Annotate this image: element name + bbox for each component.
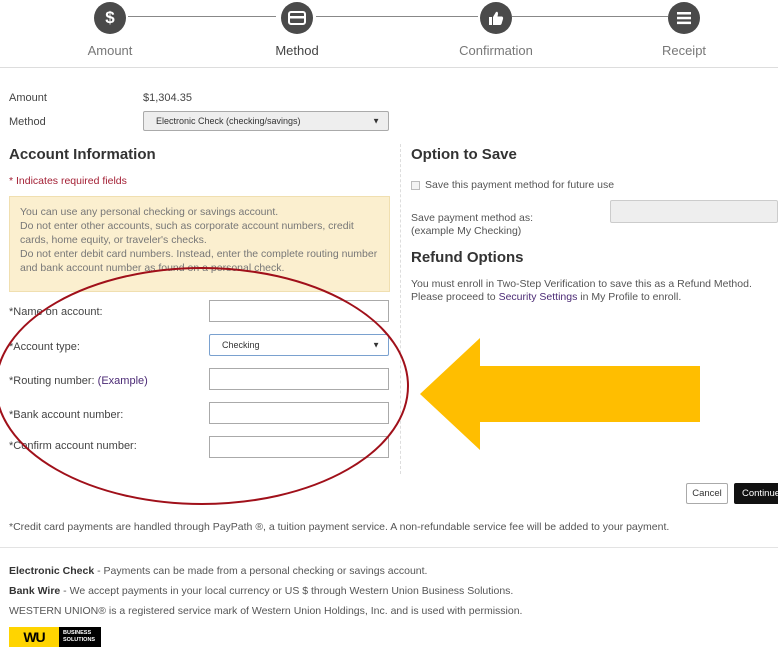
method-select[interactable]: Electronic Check (checking/savings) ▼ [143, 111, 389, 131]
progress-stepper: $ Amount Method Confirmation Receipt [0, 0, 778, 68]
thumbs-up-icon [480, 2, 512, 34]
method-label: Method [9, 116, 46, 128]
required-fields-note: * Indicates required fields [9, 175, 127, 187]
refund-text: You must enroll in Two-Step Verification… [411, 278, 773, 304]
footer-wire: Bank Wire - We accept payments in your l… [9, 585, 513, 597]
step-label-receipt: Receipt [661, 43, 707, 58]
step-connector [512, 16, 668, 17]
credit-card-footnote: *Credit card payments are handled throug… [9, 521, 670, 533]
wire-title: Bank Wire [9, 585, 61, 597]
continue-button[interactable]: Continue [734, 483, 778, 504]
western-union-logo: WU BUSINESS SOLUTIONS [9, 627, 101, 647]
pointing-arrow [420, 338, 700, 450]
wire-text: - We accept payments in your local curre… [60, 585, 514, 597]
step-connector [128, 16, 276, 17]
credit-card-icon [281, 2, 313, 34]
save-as-label: Save payment method as: [411, 212, 533, 224]
wu-logo-text-1: BUSINESS [63, 630, 92, 636]
refund-text-after: in My Profile to enroll. [577, 291, 682, 303]
footer-western-union: WESTERN UNION® is a registered service m… [9, 605, 523, 617]
step-label-method: Method [275, 43, 319, 58]
dollar-icon: $ [94, 2, 126, 34]
footer-echeck: Electronic Check - Payments can be made … [9, 565, 427, 577]
option-to-save-heading: Option to Save [411, 146, 517, 163]
amount-label: Amount [9, 92, 47, 104]
save-as-hint: (example My Checking) [411, 225, 522, 237]
echeck-title: Electronic Check [9, 565, 95, 577]
footer-divider [0, 547, 778, 548]
step-label-amount: Amount [87, 43, 133, 58]
wu-logo-text-2: SOLUTIONS [63, 637, 96, 643]
highlight-ellipse [0, 267, 409, 505]
step-connector [316, 16, 478, 17]
cancel-button[interactable]: Cancel [686, 483, 728, 504]
wu-logo-mark: WU [9, 627, 59, 647]
save-as-input[interactable] [610, 200, 778, 223]
notice-line: Do not enter other accounts, such as cor… [20, 220, 354, 246]
security-settings-link[interactable]: Security Settings [499, 291, 578, 303]
caret-down-icon: ▼ [372, 116, 380, 126]
step-label-confirmation: Confirmation [459, 43, 533, 58]
method-select-value: Electronic Check (checking/savings) [156, 116, 301, 126]
wu-logo-text: BUSINESS SOLUTIONS [59, 627, 101, 647]
list-icon [668, 2, 700, 34]
amount-value: $1,304.35 [143, 92, 192, 104]
notice-line: You can use any personal checking or sav… [20, 206, 279, 218]
save-method-checkbox[interactable] [411, 181, 420, 190]
save-method-checkbox-label: Save this payment method for future use [425, 179, 615, 191]
echeck-text: - Payments can be made from a personal c… [94, 565, 428, 577]
account-info-heading: Account Information [9, 146, 156, 163]
